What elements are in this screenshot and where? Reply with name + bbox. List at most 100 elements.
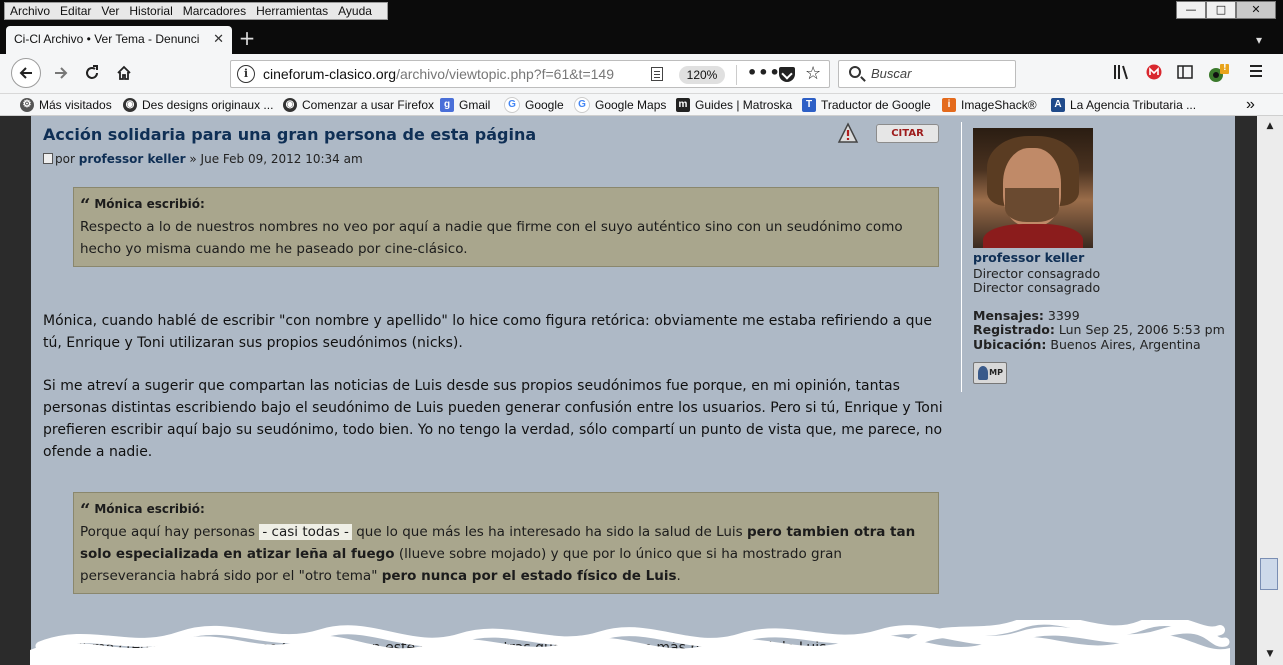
navigation-toolbar: i cineforum-clasico.org/archivo/viewtopi… xyxy=(0,54,1283,94)
post-author-link[interactable]: professor keller xyxy=(79,152,186,166)
bookmark-des-designs[interactable]: ◉ Des designs originaux ... xyxy=(123,97,273,113)
site-info-icon[interactable]: i xyxy=(237,65,255,83)
gmail-icon: g xyxy=(440,98,454,112)
pocket-icon[interactable] xyxy=(779,67,795,82)
quote-button[interactable]: CITAR xyxy=(876,124,939,143)
post-paragraph: Si me atreví a sugerir que compartan las… xyxy=(43,378,943,460)
post-paragraph: Mónica, cuando hablé de escribir "con no… xyxy=(43,313,933,351)
profile-registered-value: Lun Sep 25, 2006 5:53 pm xyxy=(1058,322,1225,337)
highlighted-text: - casi todas - xyxy=(259,524,352,540)
forward-arrow-icon[interactable] xyxy=(47,59,75,87)
more-bookmarks-chevron-icon[interactable]: » xyxy=(1246,96,1255,113)
reload-icon[interactable] xyxy=(78,59,106,87)
quote-mark-icon: “ xyxy=(80,195,91,216)
bookmark-label: La Agencia Tributaria ... xyxy=(1070,98,1197,112)
menu-marcadores[interactable]: Marcadores xyxy=(178,4,251,18)
tab-list-chevron-down-icon[interactable]: ▾ xyxy=(1247,30,1271,50)
sidebar-icon[interactable] xyxy=(1175,64,1195,84)
avatar xyxy=(973,128,1093,248)
extension-alert-badge: ! xyxy=(1223,63,1227,72)
url-text[interactable]: cineforum-clasico.org/archivo/viewtopic.… xyxy=(263,66,648,82)
post-date: » Jue Feb 09, 2012 10:34 am xyxy=(189,152,363,166)
imageshack-icon: i xyxy=(942,98,956,112)
globe-icon: ◉ xyxy=(283,98,297,112)
bookmark-label: Comenzar a usar Firefox xyxy=(302,98,435,112)
tab-title: Ci-Cl Archivo • Ver Tema - Denunci xyxy=(14,32,200,46)
menu-herramientas[interactable]: Herramientas xyxy=(251,4,333,18)
bookmark-gmail[interactable]: g Gmail xyxy=(440,97,490,113)
quote-cite: “Mónica escribió: xyxy=(80,500,932,521)
tab-close-icon[interactable]: ✕ xyxy=(213,31,224,47)
url-bar[interactable]: i cineforum-clasico.org/archivo/viewtopi… xyxy=(230,60,830,88)
profile-registered: Registrado: Lun Sep 25, 2006 5:53 pm xyxy=(973,322,1225,337)
private-message-button[interactable]: MP xyxy=(973,362,1007,384)
close-window-button[interactable]: ✕ xyxy=(1236,1,1276,19)
bookmark-label: ImageShack® xyxy=(961,98,1037,112)
scrollbar-thumb[interactable] xyxy=(1260,558,1278,590)
bookmark-google[interactable]: G Google xyxy=(504,97,564,113)
maximize-button[interactable]: □ xyxy=(1206,1,1236,19)
hamburger-menu-icon[interactable] xyxy=(1246,64,1266,84)
profile-username-link[interactable]: professor keller xyxy=(973,250,1084,265)
page-actions-icon[interactable]: ••• xyxy=(747,63,781,82)
bookmark-matroska[interactable]: m Guides | Matroska xyxy=(676,97,792,113)
quote-segment: que lo que más les ha interesado ha sido… xyxy=(351,524,747,540)
extension-alert-icon[interactable]: ! xyxy=(1207,63,1229,84)
back-arrow-icon[interactable] xyxy=(11,58,41,88)
mega-extension-icon[interactable] xyxy=(1144,64,1164,84)
menu-bar: Archivo Editar Ver Historial Marcadores … xyxy=(0,0,1283,22)
post-title[interactable]: Acción solidaria para una gran persona d… xyxy=(43,125,536,144)
quote-bold-segment: pero nunca por el estado físico de Luis xyxy=(381,568,677,584)
home-icon[interactable] xyxy=(110,59,138,87)
bookmark-mas-visitados[interactable]: ⚙ Más visitados xyxy=(20,97,112,113)
matroska-icon: m xyxy=(676,98,690,112)
new-tab-button[interactable]: + xyxy=(236,26,258,50)
menu-ver[interactable]: Ver xyxy=(96,4,124,18)
quote-cite: “Mónica escribió: xyxy=(80,195,932,216)
menu-editar[interactable]: Editar xyxy=(55,4,96,18)
quote-segment: Porque aquí hay personas xyxy=(80,524,256,540)
bookmark-star-icon[interactable]: ☆ xyxy=(805,63,821,84)
profile-location-label: Ubicación: xyxy=(973,337,1047,352)
profile-rank: Director consagrado xyxy=(973,266,1101,281)
search-placeholder: Buscar xyxy=(871,66,912,81)
report-post-icon[interactable] xyxy=(837,122,859,144)
forum-post: Acción solidaria para una gran persona d… xyxy=(31,116,1235,665)
library-icon[interactable] xyxy=(1112,64,1132,84)
profile-location: Ubicación: Buenos Aires, Argentina xyxy=(973,337,1201,352)
profile-posts: Mensajes: 3399 xyxy=(973,308,1080,323)
bookmark-traductor[interactable]: T Traductor de Google xyxy=(802,97,931,113)
google-icon: G xyxy=(504,97,520,113)
menu-archivo[interactable]: Archivo xyxy=(5,4,55,18)
url-path: /archivo/viewtopic.php?f=61&t=149 xyxy=(396,66,614,82)
bookmark-imageshack[interactable]: i ImageShack® xyxy=(942,97,1037,113)
reader-view-icon[interactable] xyxy=(651,67,663,81)
blockquote: “Mónica escribió: Porque aquí hay person… xyxy=(73,492,939,594)
profile-registered-label: Registrado: xyxy=(973,322,1055,337)
zoom-level-badge[interactable]: 120% xyxy=(679,66,725,84)
agencia-tributaria-icon: A xyxy=(1051,98,1065,112)
bookmarks-toolbar: ⚙ Más visitados ◉ Des designs originaux ..… xyxy=(0,94,1283,116)
post-icon xyxy=(43,153,53,164)
tab-active[interactable]: Ci-Cl Archivo • Ver Tema - Denunci ✕ xyxy=(6,26,232,54)
user-icon xyxy=(978,366,988,380)
vertical-scrollbar[interactable]: ▲ ▼ xyxy=(1257,116,1283,665)
quote-mark-icon: “ xyxy=(80,500,91,521)
search-box[interactable]: Buscar xyxy=(838,60,1016,88)
post-profile: professor keller Director consagrado Dir… xyxy=(961,122,1231,392)
menu-ayuda[interactable]: Ayuda xyxy=(333,4,377,18)
scroll-down-icon[interactable]: ▼ xyxy=(1262,646,1278,662)
minimize-button[interactable]: — xyxy=(1176,1,1206,19)
bookmark-label: Google Maps xyxy=(595,98,667,112)
bookmark-label: Guides | Matroska xyxy=(695,98,793,112)
post-by: por xyxy=(55,152,75,166)
bookmark-comenzar-firefox[interactable]: ◉ Comenzar a usar Firefox xyxy=(283,97,434,113)
bookmark-agencia-tributaria[interactable]: A La Agencia Tributaria ... xyxy=(1051,97,1196,113)
menu-list: Archivo Editar Ver Historial Marcadores … xyxy=(4,2,388,20)
bookmark-label: Traductor de Google xyxy=(821,98,931,112)
menu-historial[interactable]: Historial xyxy=(124,4,177,18)
profile-posts-label: Mensajes: xyxy=(973,308,1044,323)
bookmark-label: Gmail xyxy=(459,98,491,112)
bookmark-google-maps[interactable]: G Google Maps xyxy=(574,97,666,113)
scroll-up-icon[interactable]: ▲ xyxy=(1262,118,1278,134)
